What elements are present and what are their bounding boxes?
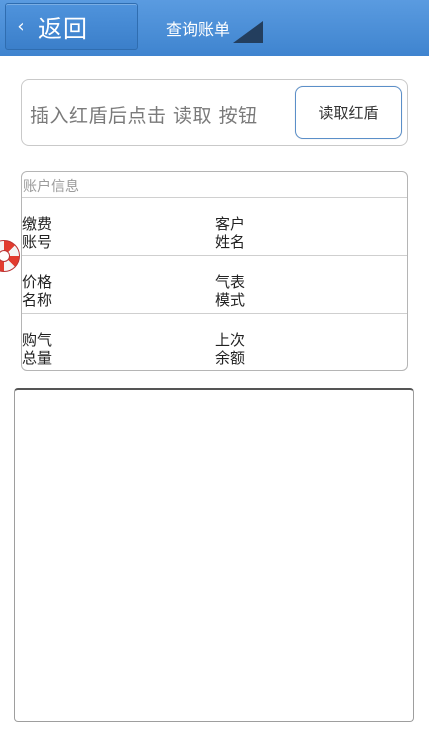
label-line: 气表 bbox=[215, 273, 246, 291]
back-button[interactable]: ‹ 返回 bbox=[5, 3, 138, 50]
back-label: 返回 bbox=[38, 15, 88, 43]
field-label-total-gas: 购气 总量 bbox=[22, 331, 62, 367]
label-line: 价格 bbox=[22, 273, 53, 291]
label-line: 上次 bbox=[215, 331, 246, 349]
label-line: 姓名 bbox=[215, 233, 246, 251]
insert-hint-text: 插入红盾后点击 读取 按钮 bbox=[30, 105, 258, 127]
lifebuoy-icon[interactable] bbox=[0, 240, 20, 272]
bill-content-area[interactable] bbox=[14, 388, 414, 722]
account-info-panel: 账户信息 缴费 账号 客户 姓名 价格 名称 气表 模式 购气 总量 上次 余额 bbox=[21, 171, 408, 371]
label-line: 模式 bbox=[215, 291, 246, 309]
account-info-title: 账户信息 bbox=[23, 179, 79, 195]
account-row: 缴费 账号 客户 姓名 bbox=[22, 198, 407, 256]
label-line: 总量 bbox=[22, 349, 53, 367]
corner-triangle-icon bbox=[233, 21, 263, 43]
label-line: 客户 bbox=[215, 215, 246, 233]
read-shield-button[interactable]: 读取红盾 bbox=[295, 86, 402, 139]
chevron-left-icon: ‹ bbox=[17, 16, 25, 37]
label-line: 缴费 bbox=[22, 215, 53, 233]
account-row: 购气 总量 上次 余额 bbox=[22, 314, 407, 372]
label-line: 账号 bbox=[22, 233, 53, 251]
page-title: 查询账单 bbox=[166, 20, 231, 39]
label-line: 购气 bbox=[22, 331, 53, 349]
field-label-last-balance: 上次 余额 bbox=[215, 331, 255, 367]
label-line: 余额 bbox=[215, 349, 246, 367]
read-panel: 插入红盾后点击 读取 按钮 读取红盾 bbox=[21, 79, 408, 146]
field-label-meter-mode: 气表 模式 bbox=[215, 273, 255, 309]
field-label-price-name: 价格 名称 bbox=[22, 273, 62, 309]
label-line: 名称 bbox=[22, 291, 53, 309]
header-bar: ‹ 返回 查询账单 bbox=[0, 0, 429, 56]
field-label-customer-name: 客户 姓名 bbox=[215, 215, 255, 251]
field-label-account-number: 缴费 账号 bbox=[22, 215, 62, 251]
account-row: 价格 名称 气表 模式 bbox=[22, 256, 407, 314]
